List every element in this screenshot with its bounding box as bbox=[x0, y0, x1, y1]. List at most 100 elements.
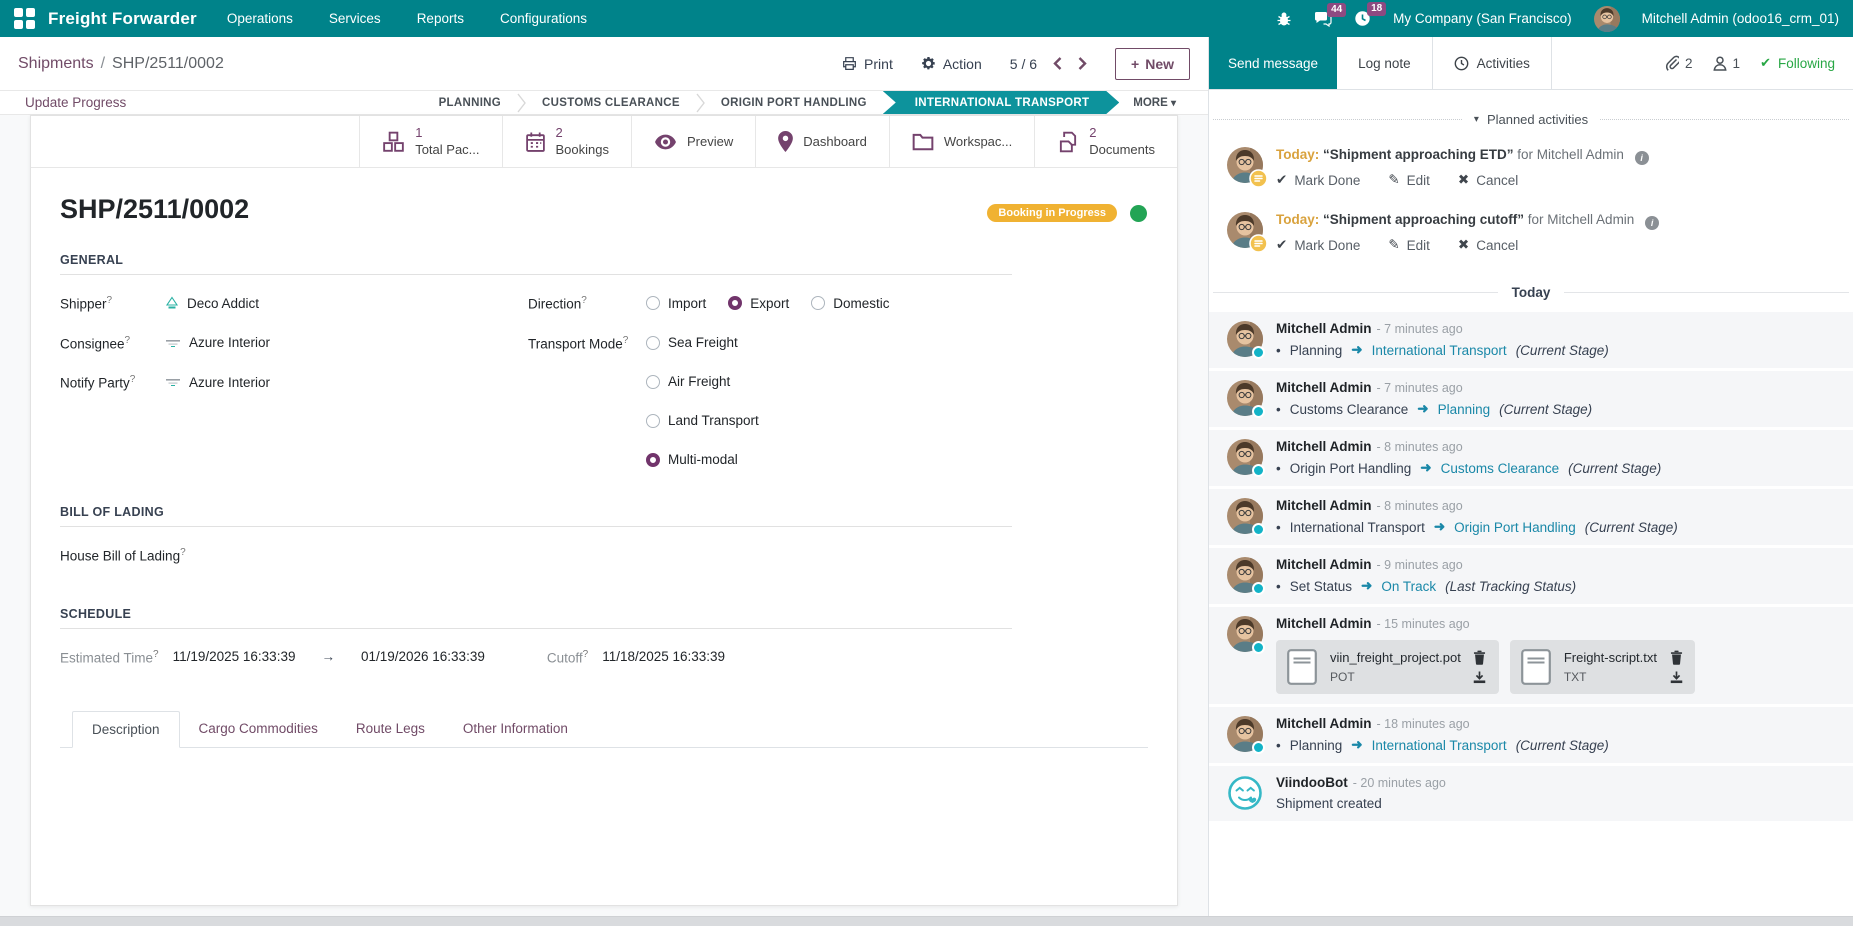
stage-international-transport-active[interactable]: INTERNATIONAL TRANSPORT bbox=[883, 91, 1120, 114]
total-packages-button[interactable]: 1Total Pac... bbox=[359, 116, 501, 167]
workspace-button[interactable]: Workspac... bbox=[889, 116, 1034, 167]
update-progress-button[interactable]: Update Progress bbox=[25, 95, 126, 110]
mark-done-button[interactable]: ✔Mark Done bbox=[1276, 172, 1360, 188]
messages-icon[interactable]: 44 bbox=[1314, 11, 1332, 27]
stage-origin-port-handling[interactable]: ORIGIN PORT HANDLING bbox=[705, 97, 883, 109]
stage-to-link[interactable]: Planning bbox=[1438, 402, 1491, 417]
message-author[interactable]: Mitchell Admin bbox=[1276, 439, 1372, 454]
info-icon[interactable]: i bbox=[1645, 216, 1659, 230]
horizontal-scrollbar[interactable] bbox=[0, 916, 1853, 926]
attachment-card[interactable]: viin_freight_project.pot POT bbox=[1276, 640, 1499, 694]
menu-operations[interactable]: Operations bbox=[227, 11, 293, 26]
edit-activity-button[interactable]: ✎Edit bbox=[1388, 237, 1430, 253]
attachment-name[interactable]: viin_freight_project.pot bbox=[1330, 650, 1461, 665]
dashboard-button[interactable]: Dashboard bbox=[755, 116, 889, 167]
preview-button[interactable]: Preview bbox=[631, 116, 755, 167]
cutoff-datetime[interactable]: 11/18/2025 16:33:39 bbox=[602, 649, 725, 664]
menu-configurations[interactable]: Configurations bbox=[500, 11, 587, 26]
menu-reports[interactable]: Reports bbox=[417, 11, 464, 26]
activities-button[interactable]: Activities bbox=[1432, 37, 1552, 89]
send-message-button[interactable]: Send message bbox=[1209, 37, 1337, 89]
message-author[interactable]: ViindooBot bbox=[1276, 775, 1348, 790]
stage-separator-icon bbox=[696, 93, 705, 113]
stage-to-link[interactable]: International Transport bbox=[1372, 738, 1507, 753]
stage-to-link[interactable]: International Transport bbox=[1372, 343, 1507, 358]
apps-menu-icon[interactable] bbox=[14, 8, 35, 29]
documents-button[interactable]: 2Documents bbox=[1034, 116, 1177, 167]
message-author[interactable]: Mitchell Admin bbox=[1276, 557, 1372, 572]
bookings-button[interactable]: 2Bookings bbox=[502, 116, 631, 167]
shipper-value[interactable]: Deco Addict bbox=[165, 296, 259, 311]
cancel-activity-button[interactable]: ✖Cancel bbox=[1458, 172, 1518, 188]
delete-attachment-icon[interactable] bbox=[1472, 650, 1488, 665]
debug-bug-icon[interactable] bbox=[1276, 11, 1292, 27]
info-icon[interactable]: i bbox=[1635, 151, 1649, 165]
message-author[interactable]: Mitchell Admin bbox=[1276, 498, 1372, 513]
breadcrumb-shipments[interactable]: Shipments bbox=[18, 55, 94, 73]
edit-activity-button[interactable]: ✎Edit bbox=[1388, 172, 1430, 188]
transport-air-radio[interactable]: Air Freight bbox=[646, 374, 730, 389]
tab-description[interactable]: Description bbox=[72, 711, 180, 748]
cancel-activity-button[interactable]: ✖Cancel bbox=[1458, 237, 1518, 253]
stage-from: Origin Port Handling bbox=[1290, 461, 1412, 476]
followers-counter[interactable]: 1 bbox=[1713, 56, 1741, 71]
stage-to-link[interactable]: Origin Port Handling bbox=[1454, 520, 1576, 535]
stage-to-link[interactable]: Customs Clearance bbox=[1441, 461, 1560, 476]
direction-domestic-radio[interactable]: Domestic bbox=[811, 296, 889, 311]
etd-datetime[interactable]: 11/19/2025 16:33:39 bbox=[173, 649, 296, 664]
company-switcher[interactable]: My Company (San Francisco) bbox=[1393, 11, 1572, 26]
user-avatar[interactable] bbox=[1594, 6, 1620, 32]
stage-planning[interactable]: PLANNING bbox=[423, 97, 517, 109]
stage-more-dropdown[interactable]: MORE ▾ bbox=[1119, 97, 1190, 109]
transport-multimodal-radio[interactable]: Multi-modal bbox=[646, 452, 738, 467]
activities-clock-icon[interactable]: 18 bbox=[1354, 10, 1371, 27]
user-menu[interactable]: Mitchell Admin (odoo16_crm_01) bbox=[1642, 11, 1839, 26]
app-title[interactable]: Freight Forwarder bbox=[48, 9, 197, 29]
download-attachment-icon[interactable] bbox=[1668, 671, 1684, 684]
bullet-icon bbox=[1276, 461, 1281, 476]
attachments-counter[interactable]: 2 bbox=[1665, 55, 1693, 71]
pencil-icon: ✎ bbox=[1388, 237, 1399, 253]
following-button[interactable]: ✔ Following bbox=[1760, 55, 1835, 71]
pager-next-icon[interactable] bbox=[1078, 57, 1087, 70]
message-author[interactable]: Mitchell Admin bbox=[1276, 616, 1372, 631]
action-button[interactable]: Action bbox=[921, 56, 982, 72]
tab-route-legs[interactable]: Route Legs bbox=[337, 711, 444, 747]
consignee-value[interactable]: Azure Interior bbox=[165, 335, 270, 350]
download-attachment-icon[interactable] bbox=[1472, 671, 1488, 684]
clock-icon bbox=[1454, 56, 1469, 71]
eta-datetime[interactable]: 01/19/2026 16:33:39 bbox=[361, 649, 485, 664]
tab-other-information[interactable]: Other Information bbox=[444, 711, 587, 747]
online-indicator bbox=[1252, 464, 1265, 477]
direction-export-radio[interactable]: Export bbox=[728, 296, 789, 311]
new-button[interactable]: + New bbox=[1115, 48, 1190, 80]
message-author[interactable]: Mitchell Admin bbox=[1276, 321, 1372, 336]
file-icon bbox=[1521, 649, 1551, 685]
print-button[interactable]: Print bbox=[842, 56, 893, 72]
pager-previous-icon[interactable] bbox=[1053, 57, 1062, 70]
tab-cargo-commodities[interactable]: Cargo Commodities bbox=[180, 711, 337, 747]
message-author[interactable]: Mitchell Admin bbox=[1276, 716, 1372, 731]
message-time: 18 minutes ago bbox=[1377, 717, 1470, 731]
page-body: Shipments / SHP/2511/0002 Print Action 5… bbox=[0, 37, 1853, 916]
delete-attachment-icon[interactable] bbox=[1668, 650, 1684, 665]
log-note-button[interactable]: Log note bbox=[1337, 37, 1432, 89]
message-time: 7 minutes ago bbox=[1377, 322, 1463, 336]
on-track-indicator[interactable] bbox=[1130, 205, 1147, 222]
tracking-status: Booking in Progress bbox=[987, 204, 1147, 222]
attachment-name[interactable]: Freight-script.txt bbox=[1564, 650, 1657, 665]
stage-customs-clearance[interactable]: CUSTOMS CLEARANCE bbox=[526, 97, 696, 109]
attachment-card[interactable]: Freight-script.txt TXT bbox=[1510, 640, 1695, 694]
chatter-thread[interactable]: ▾Planned activities Today: “Shipment app… bbox=[1209, 90, 1853, 916]
mark-done-button[interactable]: ✔Mark Done bbox=[1276, 237, 1360, 253]
notify-party-value[interactable]: Azure Interior bbox=[165, 375, 270, 390]
shipper-field: Shipper? Deco Addict bbox=[60, 295, 528, 312]
stage-to-link[interactable]: On Track bbox=[1381, 579, 1436, 594]
menu-services[interactable]: Services bbox=[329, 11, 381, 26]
planned-activities-toggle[interactable]: ▾Planned activities bbox=[1474, 112, 1588, 127]
message-author[interactable]: Mitchell Admin bbox=[1276, 380, 1372, 395]
radio-unchecked-icon bbox=[646, 336, 660, 350]
transport-land-radio[interactable]: Land Transport bbox=[646, 413, 759, 428]
transport-sea-radio[interactable]: Sea Freight bbox=[646, 335, 738, 350]
direction-import-radio[interactable]: Import bbox=[646, 296, 706, 311]
